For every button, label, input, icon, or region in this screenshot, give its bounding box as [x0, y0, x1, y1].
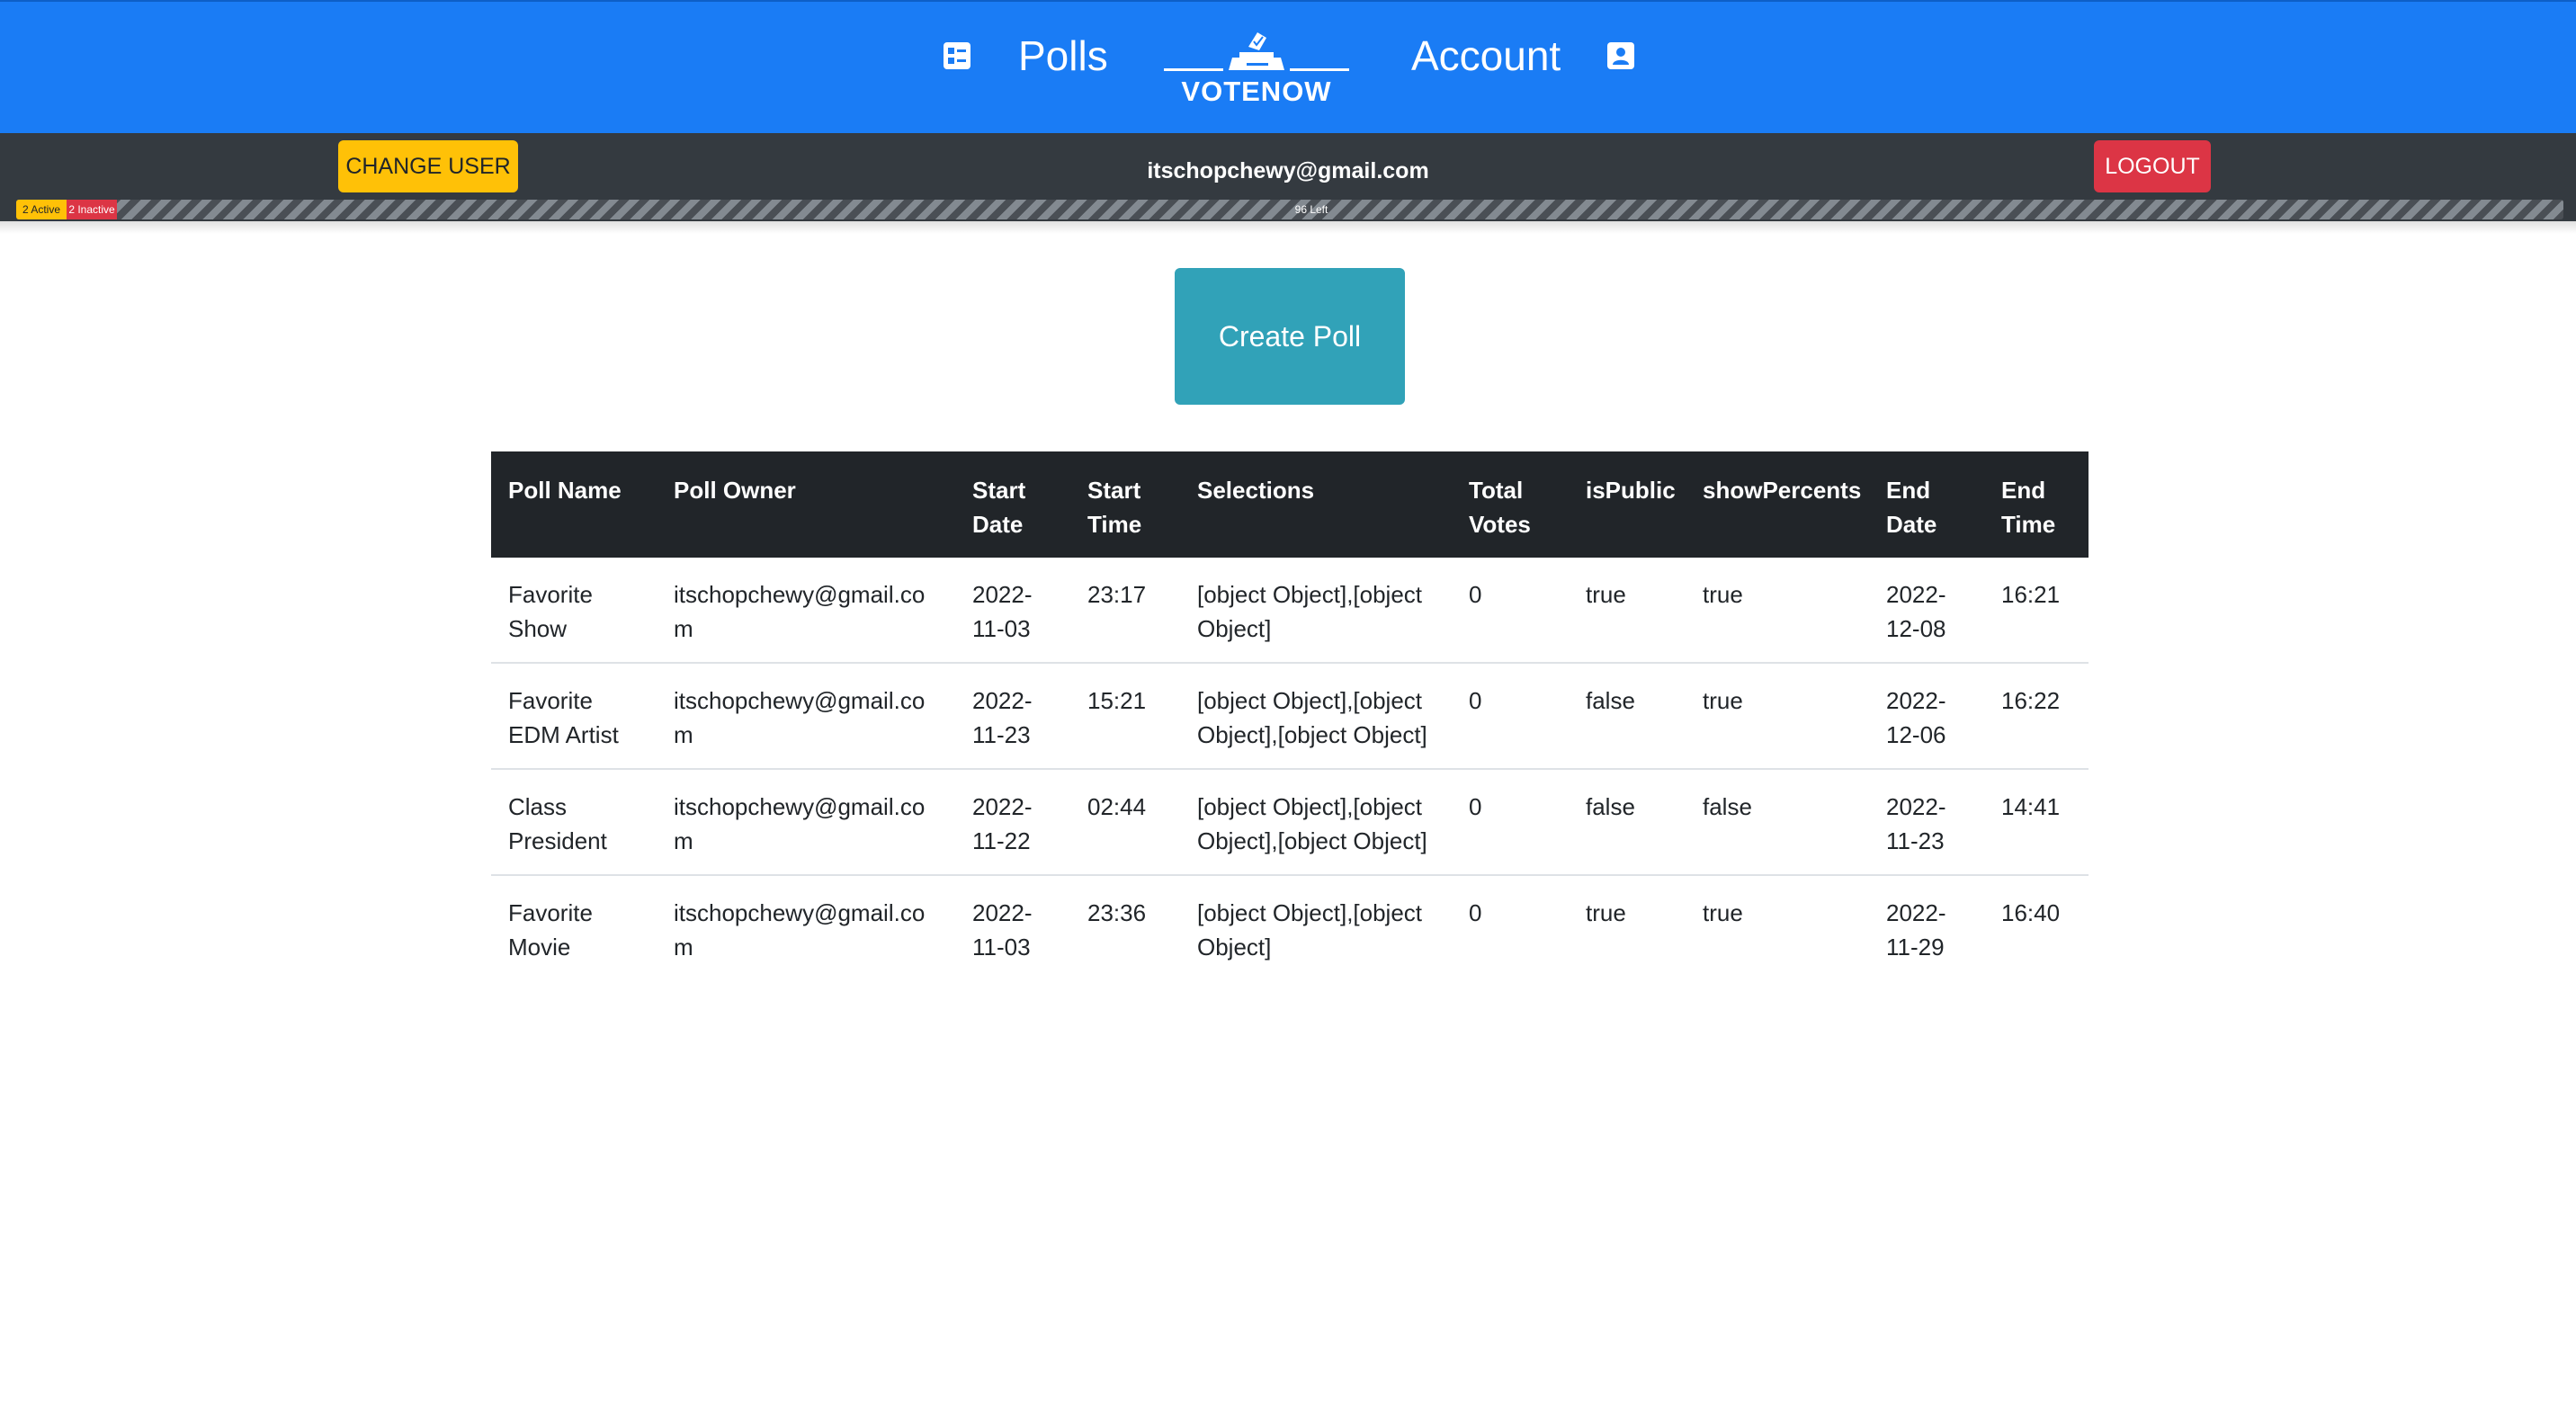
- cell-selections: [object Object],[object Object],[object …: [1180, 663, 1452, 770]
- cell-end-time: 14:41: [1984, 769, 2089, 876]
- col-is-public[interactable]: isPublic: [1569, 451, 1686, 558]
- navbar-shadow: [0, 221, 2576, 234]
- cell-poll-owner: itschopchewy@gmail.com: [657, 769, 955, 876]
- polls-table: Poll Name Poll Owner Start Date Start Ti…: [491, 451, 2089, 980]
- cell-end-date: 2022-12-06: [1869, 663, 1984, 770]
- cell-is-public: false: [1569, 769, 1686, 876]
- progress-active-segment: 2 Active: [16, 200, 67, 219]
- col-start-time[interactable]: Start Time: [1070, 451, 1180, 558]
- cell-start-date: 2022-11-03: [955, 558, 1070, 664]
- col-end-time[interactable]: End Time: [1984, 451, 2089, 558]
- cell-selections: [object Object],[object Object],[object …: [1180, 769, 1452, 876]
- cell-end-date: 2022-12-08: [1869, 558, 1984, 664]
- top-navbar: Polls VOTENOW Account: [0, 0, 2576, 133]
- cell-start-time: 15:21: [1070, 663, 1180, 770]
- logo-text: VOTENOW: [1181, 76, 1332, 107]
- user-bar: CHANGE USER itschopchewy@gmail.com LOGOU…: [0, 133, 2576, 221]
- cell-show-percents: false: [1686, 769, 1869, 876]
- cell-total-votes: 0: [1452, 769, 1569, 876]
- cell-total-votes: 0: [1452, 663, 1569, 770]
- cell-selections: [object Object],[object Object]: [1180, 558, 1452, 664]
- cell-poll-owner: itschopchewy@gmail.com: [657, 558, 955, 664]
- nav-polls-link[interactable]: Polls: [1018, 27, 1108, 85]
- cell-poll-name: Favorite EDM Artist: [491, 663, 657, 770]
- create-poll-button[interactable]: Create Poll: [1175, 268, 1405, 405]
- table-row[interactable]: Favorite Movie itschopchewy@gmail.com 20…: [491, 875, 2089, 980]
- cell-end-date: 2022-11-29: [1886, 899, 1946, 961]
- cell-start-date: 2022-11-23: [955, 663, 1070, 770]
- ballot-box-icon: [1164, 32, 1349, 71]
- contact-card-icon[interactable]: [1606, 41, 1635, 70]
- nav-account-link[interactable]: Account: [1411, 27, 1561, 85]
- cell-end-time: 16:21: [1984, 558, 2089, 664]
- col-total-votes[interactable]: Total Votes: [1452, 451, 1569, 558]
- col-poll-owner[interactable]: Poll Owner: [657, 451, 955, 558]
- table-header: Poll Name Poll Owner Start Date Start Ti…: [491, 451, 2089, 558]
- col-poll-name[interactable]: Poll Name: [491, 451, 657, 558]
- cell-poll-name: Class President: [491, 769, 657, 876]
- cell-show-percents: true: [1703, 899, 1743, 926]
- col-selections[interactable]: Selections: [1180, 451, 1452, 558]
- cell-start-time: 23:17: [1070, 558, 1180, 664]
- col-end-date[interactable]: End Date: [1869, 451, 1984, 558]
- cell-start-date: 2022-11-03: [972, 899, 1033, 961]
- cell-start-date: 2022-11-22: [955, 769, 1070, 876]
- progress-left-label: 96 Left: [1294, 203, 1328, 216]
- col-start-date[interactable]: Start Date: [955, 451, 1070, 558]
- list-icon[interactable]: [943, 41, 971, 70]
- change-user-button[interactable]: CHANGE USER: [338, 140, 518, 192]
- cell-poll-name: Favorite Show: [491, 558, 657, 664]
- cell-is-public: true: [1586, 899, 1626, 926]
- progress-inactive-segment: 2 Inactive: [67, 200, 117, 219]
- cell-show-percents: true: [1686, 558, 1869, 664]
- cell-end-time: 16:40: [2001, 899, 2061, 926]
- cell-start-time: 23:36: [1087, 899, 1147, 926]
- logout-button[interactable]: LOGOUT: [2094, 140, 2211, 192]
- col-show-percents[interactable]: showPercents: [1686, 451, 1869, 558]
- table-body: Favorite Show itschopchewy@gmail.com 202…: [491, 558, 2089, 980]
- cell-total-votes: 0: [1469, 899, 1482, 926]
- cell-is-public: false: [1569, 663, 1686, 770]
- table-row[interactable]: Class President itschopchewy@gmail.com 2…: [491, 769, 2089, 876]
- table-row[interactable]: Favorite Show itschopchewy@gmail.com 202…: [491, 558, 2089, 664]
- cell-end-time: 16:22: [1984, 663, 2089, 770]
- cell-start-time: 02:44: [1070, 769, 1180, 876]
- cell-selections: [object Object],[object Object]: [1197, 899, 1423, 961]
- current-user-email: itschopchewy@gmail.com: [1147, 158, 1429, 183]
- poll-quota-progress: 2 Active 2 Inactive 96 Left: [16, 200, 2563, 219]
- votenow-logo[interactable]: VOTENOW: [1164, 29, 1349, 110]
- cell-poll-name: Favorite Movie: [508, 899, 593, 961]
- table-header-row: Poll Name Poll Owner Start Date Start Ti…: [491, 451, 2089, 558]
- cell-end-date: 2022-11-23: [1869, 769, 1984, 876]
- cell-is-public: true: [1569, 558, 1686, 664]
- table-row[interactable]: Favorite EDM Artist itschopchewy@gmail.c…: [491, 663, 2089, 770]
- cell-poll-owner: itschopchewy@gmail.com: [674, 899, 926, 961]
- cell-poll-owner: itschopchewy@gmail.com: [657, 663, 955, 770]
- cell-total-votes: 0: [1452, 558, 1569, 664]
- cell-show-percents: true: [1686, 663, 1869, 770]
